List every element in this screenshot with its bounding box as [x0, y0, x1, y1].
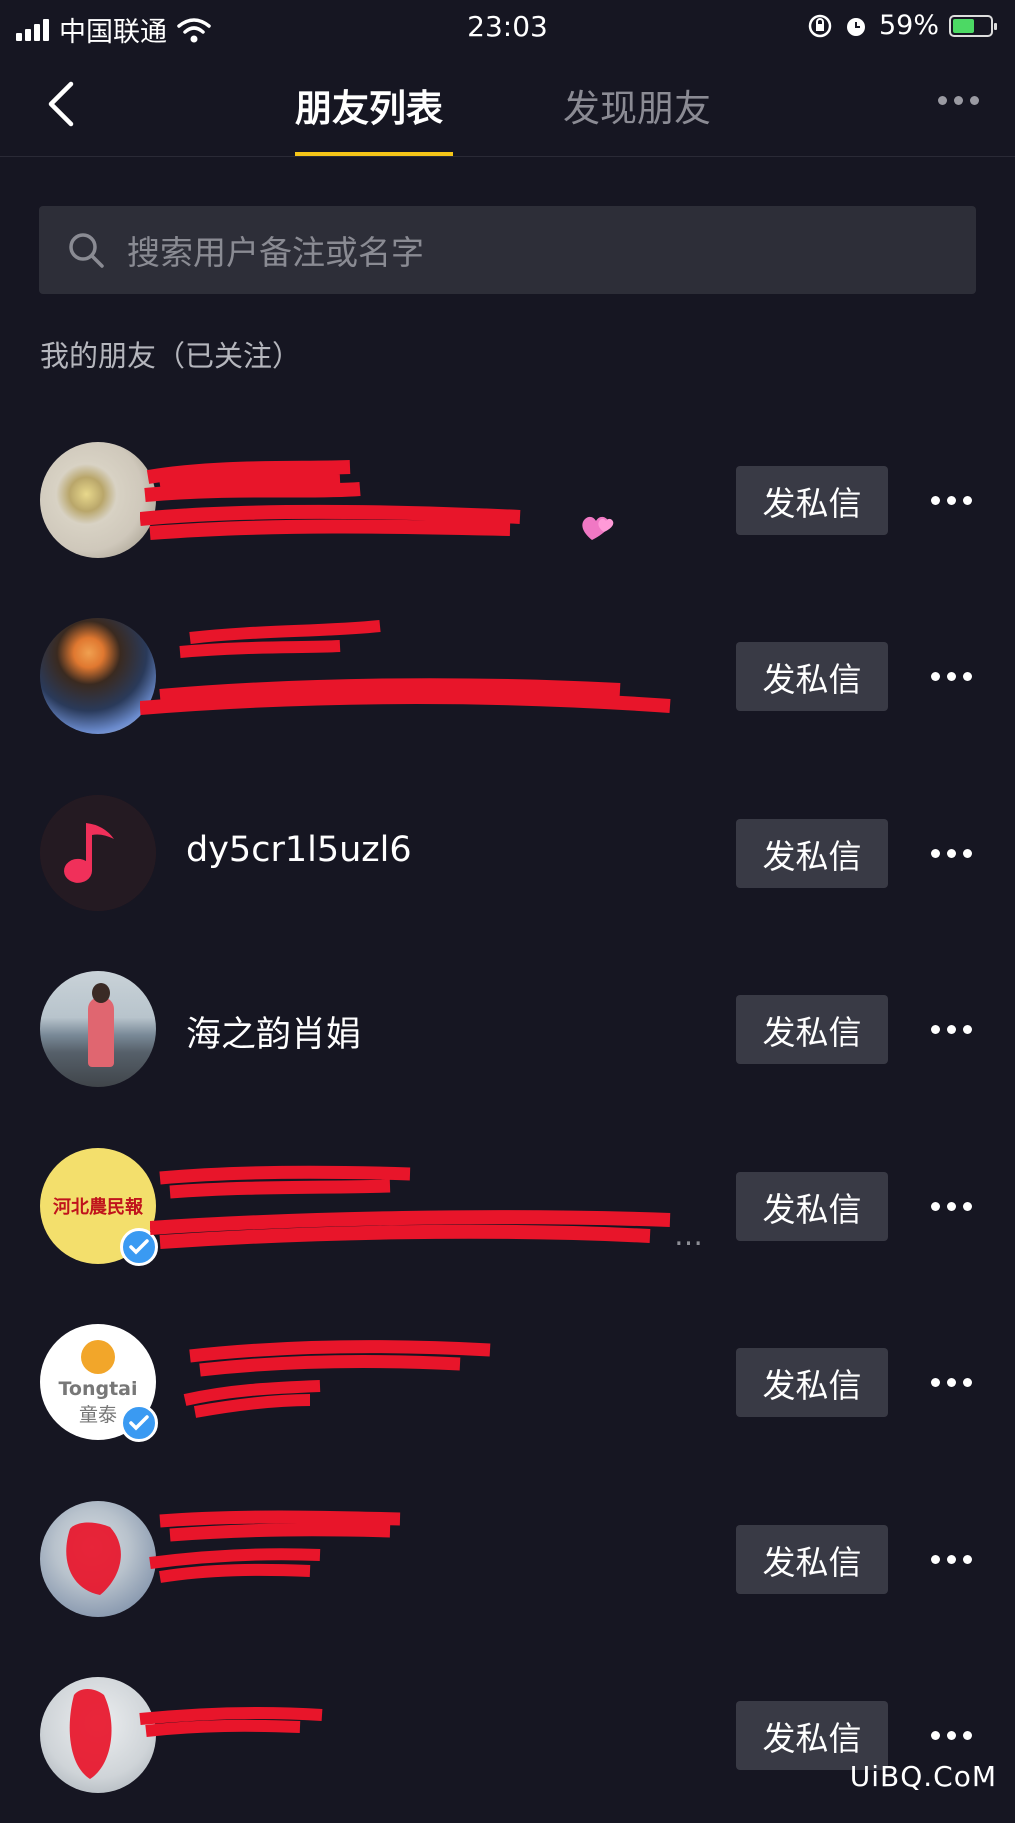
friend-row[interactable]: 发私信 [0, 588, 1015, 764]
friend-row[interactable]: 海之韵肖娟 发私信 [0, 941, 1015, 1117]
send-message-button[interactable]: 发私信 [736, 1172, 888, 1241]
row-more-button[interactable] [931, 672, 972, 681]
friend-row[interactable]: dy5cr1l5uzl6 发私信 [0, 765, 1015, 941]
status-right: 59% [807, 10, 997, 41]
avatar[interactable] [40, 971, 156, 1087]
row-more-button[interactable] [931, 1555, 972, 1564]
row-more-button[interactable] [931, 849, 972, 858]
row-more-button[interactable] [931, 496, 972, 505]
section-title: 我的朋友（已关注） [40, 339, 302, 373]
send-message-button[interactable]: 发私信 [736, 995, 888, 1064]
redaction-mark [140, 620, 671, 715]
back-button[interactable] [38, 77, 82, 131]
redaction-mark [69, 1689, 323, 1779]
friend-row[interactable]: 发私信 [0, 1471, 1015, 1647]
send-message-button[interactable]: 发私信 [736, 819, 888, 888]
tab-friends-list[interactable]: 朋友列表 [295, 78, 443, 132]
music-note-icon [40, 795, 156, 911]
rotation-lock-icon [808, 14, 832, 37]
send-message-button[interactable]: 发私信 [736, 1525, 888, 1594]
avatar[interactable] [40, 795, 156, 911]
friend-row[interactable]: 河北農民報 … 发私信 [0, 1118, 1015, 1294]
chevron-left-icon [48, 81, 74, 127]
search-placeholder: 搜索用户备注或名字 [127, 233, 424, 272]
alarm-icon [846, 17, 865, 36]
active-tab-indicator [295, 152, 453, 156]
avatar[interactable] [40, 618, 156, 734]
redaction-mark [150, 1165, 671, 1249]
more-options-button[interactable] [938, 96, 979, 105]
watermark: UiBQ.CoM [849, 1760, 997, 1793]
verified-badge-icon [120, 1404, 158, 1442]
row-more-button[interactable] [931, 1202, 972, 1211]
nav-bar: 朋友列表 发现朋友 [0, 52, 1015, 157]
redaction-mark [140, 460, 521, 540]
battery-fill [953, 18, 974, 33]
status-bar: 中国联通 23:03 59% [0, 0, 1015, 52]
avatar[interactable] [40, 442, 156, 558]
row-more-button[interactable] [931, 1731, 972, 1740]
heart-emoji-icon [582, 516, 614, 540]
friend-row[interactable]: Tongtai 童泰 发私信 [0, 1294, 1015, 1470]
friend-name: dy5cr1l5uzl6 [186, 830, 412, 870]
search-bar[interactable]: 搜索用户备注或名字 [39, 206, 976, 294]
redaction-mark [66, 1510, 401, 1595]
send-message-button[interactable]: 发私信 [736, 466, 888, 535]
avatar-brand-text: Tongtai [58, 1378, 138, 1400]
send-message-button[interactable]: 发私信 [736, 1348, 888, 1417]
battery-percent: 59% [878, 10, 939, 41]
redaction-mark [183, 1340, 491, 1418]
friend-name: 海之韵肖娟 [186, 1015, 362, 1055]
tab-discover-friends[interactable]: 发现朋友 [563, 78, 711, 132]
friend-row[interactable]: 发私信 [0, 412, 1015, 588]
battery-icon [949, 14, 997, 37]
friend-row[interactable]: 发私信 [0, 1647, 1015, 1823]
avatar-logo-text: 河北農民報 [53, 1197, 143, 1218]
search-icon [65, 229, 107, 271]
send-message-button[interactable]: 发私信 [736, 642, 888, 711]
row-more-button[interactable] [931, 1025, 972, 1034]
row-more-button[interactable] [931, 1378, 972, 1387]
